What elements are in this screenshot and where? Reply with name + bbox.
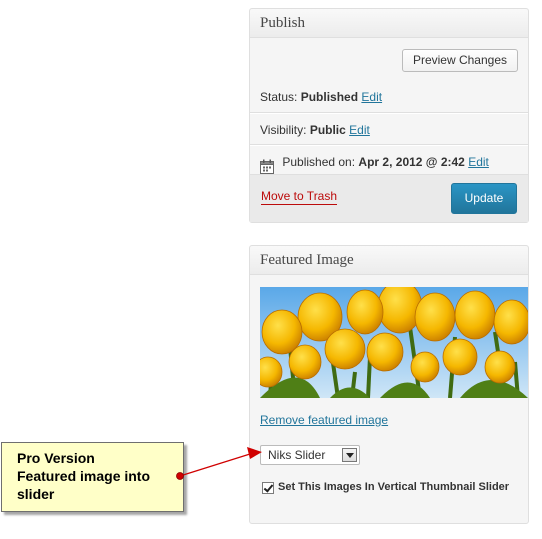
callout-line-2: Featured image into [17,468,151,484]
chevron-down-icon[interactable] [342,448,357,462]
featured-image-box: Featured Image Remove featured image Nik… [249,245,529,524]
edit-date-link[interactable]: Edit [468,155,489,169]
slider-select[interactable]: Niks Slider [260,445,360,465]
edit-visibility-link[interactable]: Edit [349,123,370,137]
pro-version-callout: Pro Version Featured image into slider [1,442,184,512]
vertical-thumbnail-checkbox-label: Set This Images In Vertical Thumbnail Sl… [278,481,510,493]
publish-box-title: Publish [250,9,528,38]
visibility-label: Visibility: [260,123,307,137]
status-label: Status: [260,90,298,104]
edit-status-link[interactable]: Edit [361,90,382,104]
status-value: Published [300,90,359,104]
visibility-value: Public [309,123,346,137]
slider-select-value: Niks Slider [268,448,326,462]
callout-line-3: slider [17,486,55,502]
callout-line-1: Pro Version [17,450,95,466]
publish-actions: Move to Trash Update [250,174,528,222]
published-label: Published on: [282,155,356,169]
featured-image-box-title: Featured Image [250,246,528,275]
visibility-row: Visibility: Public Edit [250,113,528,146]
vertical-thumbnail-checkbox[interactable] [262,482,274,494]
publish-box: Publish Preview Changes Status: Publishe… [249,8,529,223]
published-value: Apr 2, 2012 @ 2:42 [358,155,465,169]
move-to-trash-link[interactable]: Move to Trash [261,189,338,205]
status-row: Status: Published Edit [250,81,528,114]
calendar-icon [260,154,274,175]
update-button[interactable]: Update [451,183,517,214]
preview-changes-button[interactable]: Preview Changes [401,49,518,72]
remove-featured-image-link[interactable]: Remove featured image [260,413,388,427]
featured-image-thumbnail[interactable] [260,287,528,398]
